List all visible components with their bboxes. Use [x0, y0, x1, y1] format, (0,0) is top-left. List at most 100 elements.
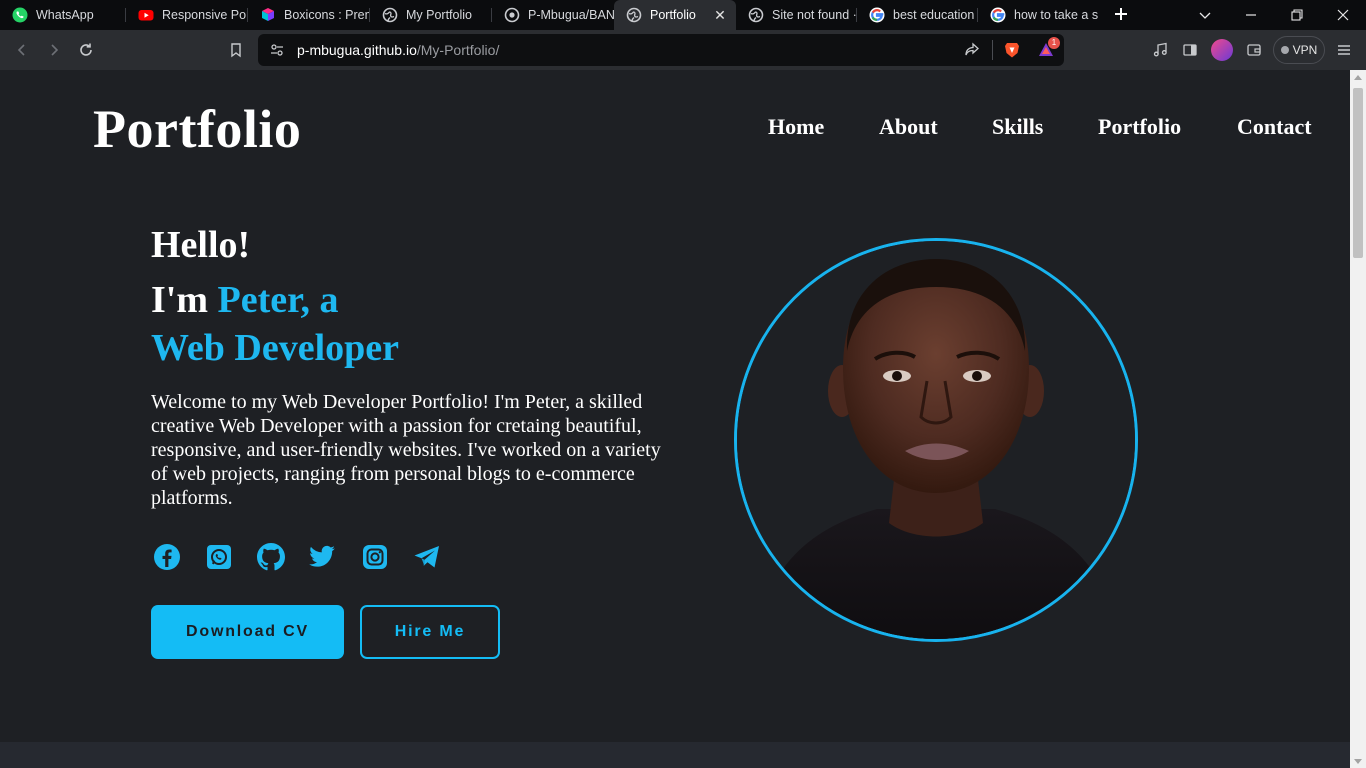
nav-link-portfolio[interactable]: Portfolio	[1098, 114, 1181, 140]
restore-button[interactable]	[1274, 0, 1320, 30]
hero-intro-line: I'm Peter, a	[151, 278, 338, 322]
whatsapp-link[interactable]	[204, 542, 234, 572]
music-note-icon	[1153, 42, 1167, 57]
tab-search-button[interactable]	[1182, 0, 1228, 30]
instagram-link[interactable]	[360, 542, 390, 572]
menu-button[interactable]	[1332, 38, 1356, 62]
bookmark-button[interactable]	[224, 38, 248, 62]
minimize-button[interactable]	[1228, 0, 1274, 30]
nav-link-about[interactable]: About	[879, 114, 938, 140]
tab-label: best education i	[893, 8, 978, 22]
hamburger-menu-icon	[1338, 45, 1350, 55]
close-window-button[interactable]	[1320, 0, 1366, 30]
next-section-edge	[0, 742, 1350, 768]
tab-label: My Portfolio	[406, 8, 472, 22]
tab-label: Responsive Port	[162, 8, 248, 22]
new-tab-button[interactable]	[1110, 3, 1132, 25]
instagram-icon	[363, 545, 387, 569]
arrow-right-icon	[51, 44, 59, 56]
facebook-link[interactable]	[152, 542, 182, 572]
whatsapp-icon	[12, 7, 28, 23]
github-icon	[504, 7, 520, 23]
url-text[interactable]: p-mbugua.github.io/My-Portfolio/	[297, 42, 499, 58]
tab-whatsapp[interactable]: WhatsApp	[0, 0, 126, 30]
close-icon	[1337, 9, 1349, 21]
nav-link-contact[interactable]: Contact	[1237, 114, 1312, 140]
back-button[interactable]	[10, 38, 34, 62]
scroll-down-arrow-icon[interactable]	[1354, 759, 1362, 764]
bookmark-icon	[231, 43, 241, 58]
tab-bar: WhatsApp Responsive Port Boxicons : Prem…	[0, 0, 1366, 30]
address-bar[interactable]: p-mbugua.github.io/My-Portfolio/ 1	[258, 34, 1064, 66]
tab-my-portfolio[interactable]: My Portfolio	[370, 0, 492, 30]
nav-link-home[interactable]: Home	[768, 114, 824, 140]
github-link[interactable]	[256, 542, 286, 572]
tab-google-education[interactable]: best education i	[857, 0, 978, 30]
vpn-button[interactable]: VPN	[1273, 36, 1325, 64]
nav-link-skills[interactable]: Skills	[992, 114, 1043, 140]
divider	[992, 40, 993, 60]
hero-description: Welcome to my Web Developer Portfolio! I…	[151, 391, 661, 509]
tab-site-not-found[interactable]: Site not found ·	[736, 0, 857, 30]
tab-label: Boxicons : Prem	[284, 8, 370, 22]
scroll-up-arrow-icon[interactable]	[1354, 75, 1362, 80]
twitter-link[interactable]	[307, 542, 337, 572]
share-icon[interactable]	[964, 42, 980, 63]
reload-button[interactable]	[74, 38, 98, 62]
telegram-link[interactable]	[412, 542, 442, 572]
profile-photo	[734, 238, 1138, 642]
url-path: /My-Portfolio/	[416, 42, 500, 58]
download-cv-button[interactable]: Download CV	[151, 605, 344, 659]
url-host: p-mbugua.github.io	[297, 42, 417, 58]
whatsapp-icon	[207, 545, 231, 569]
portfolio-page: Portfolio Home About Skills Portfolio Co…	[0, 70, 1350, 768]
profile-avatar[interactable]	[1211, 39, 1233, 61]
tab-label: Portfolio	[650, 8, 696, 22]
hero-greeting: Hello!	[151, 224, 251, 266]
tab-label: Site not found ·	[772, 8, 857, 22]
close-icon[interactable]: ✕	[712, 7, 728, 23]
hero-name: Peter, a	[217, 279, 339, 321]
restore-icon	[1291, 9, 1303, 21]
github-icon	[257, 543, 285, 571]
tab-label: P-Mbugua/BAN	[528, 8, 614, 22]
hire-me-button[interactable]: Hire Me	[360, 605, 500, 659]
site-info-icon[interactable]	[269, 42, 285, 63]
globe-icon	[626, 7, 642, 23]
tab-label: how to take a sc	[1014, 8, 1098, 22]
facebook-icon	[154, 544, 180, 570]
google-icon	[869, 7, 885, 23]
hero-im: I'm	[151, 279, 208, 321]
google-icon	[990, 7, 1006, 23]
tab-portfolio-active[interactable]: Portfolio ✕	[614, 0, 736, 30]
hero-role: Web Developer	[151, 327, 400, 369]
sidebar-icon	[1183, 44, 1197, 56]
chevron-down-icon	[1199, 12, 1211, 19]
tab-boxicons[interactable]: Boxicons : Prem	[248, 0, 370, 30]
globe-icon	[748, 7, 764, 23]
plus-icon	[1115, 8, 1127, 20]
forward-button[interactable]	[42, 38, 66, 62]
profile-portrait-image	[737, 241, 1135, 639]
brave-shields-icon[interactable]	[1003, 41, 1021, 64]
arrow-left-icon	[17, 44, 25, 56]
media-button[interactable]	[1148, 38, 1172, 62]
reload-icon	[80, 43, 92, 56]
telegram-icon	[414, 546, 439, 568]
globe-icon	[382, 7, 398, 23]
minimize-icon	[1246, 14, 1256, 16]
twitter-icon	[309, 545, 335, 567]
rewards-badge: 1	[1048, 37, 1060, 49]
tab-responsive-portfolio[interactable]: Responsive Port	[126, 0, 248, 30]
sidebar-toggle-button[interactable]	[1178, 38, 1202, 62]
page-scrollbar[interactable]	[1350, 70, 1366, 768]
site-logo[interactable]: Portfolio	[93, 98, 301, 160]
scrollbar-thumb[interactable]	[1353, 88, 1363, 258]
wallet-button[interactable]	[1242, 38, 1266, 62]
tab-github-repo[interactable]: P-Mbugua/BAN	[492, 0, 614, 30]
tab-label: WhatsApp	[36, 8, 94, 22]
vpn-status-icon	[1280, 46, 1289, 54]
vpn-label: VPN	[1292, 43, 1318, 57]
tab-google-screenshot[interactable]: how to take a sc	[978, 0, 1098, 30]
youtube-icon	[138, 7, 154, 23]
